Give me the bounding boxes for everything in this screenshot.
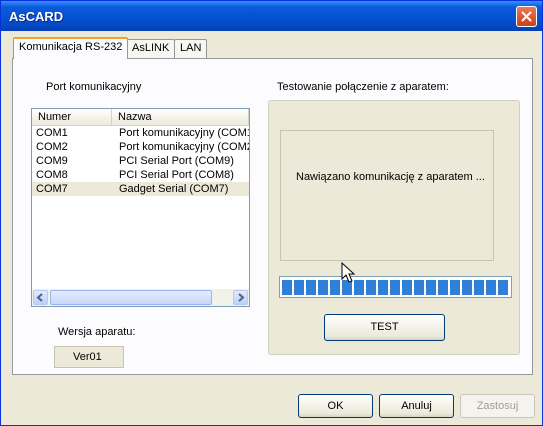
cancel-button[interactable]: Anuluj xyxy=(379,394,454,418)
port-list-header: Numer Nazwa xyxy=(32,109,249,126)
test-button[interactable]: TEST xyxy=(324,314,445,341)
progress-segment xyxy=(282,280,292,295)
progress-segment xyxy=(330,280,340,295)
progress-bar xyxy=(279,276,512,298)
list-item[interactable]: COM2 Port komunikacyjny (COM2) xyxy=(32,140,249,154)
port-name: Port komunikacyjny (COM1) xyxy=(119,127,250,139)
progress-segment xyxy=(294,280,304,295)
close-icon xyxy=(521,11,532,22)
progress-segment xyxy=(486,280,496,295)
list-item[interactable]: COM1 Port komunikacyjny (COM1) xyxy=(32,126,249,140)
progress-segment xyxy=(498,280,508,295)
tab-komunikacja-rs232[interactable]: Komunikacja RS-232 xyxy=(13,37,129,59)
list-item[interactable]: COM8 PCI Serial Port (COM8) xyxy=(32,168,249,182)
progress-segment xyxy=(474,280,484,295)
progress-segment xyxy=(462,280,472,295)
list-item-selected[interactable]: COM7 Gadget Serial (COM7) xyxy=(32,182,249,196)
list-item[interactable]: COM9 PCI Serial Port (COM9) xyxy=(32,154,249,168)
chevron-right-icon xyxy=(238,293,245,302)
tab-lan[interactable]: LAN xyxy=(174,39,208,58)
test-group-label: Testowanie połączenie z aparatem: xyxy=(277,81,449,93)
port-number: COM8 xyxy=(36,169,68,181)
scroll-thumb[interactable] xyxy=(50,290,212,305)
scroll-left-button[interactable] xyxy=(33,290,48,305)
title-bar[interactable]: AsCARD xyxy=(1,1,542,31)
port-number: COM7 xyxy=(36,183,68,195)
scroll-right-button[interactable] xyxy=(233,290,248,305)
progress-segment xyxy=(390,280,400,295)
column-header-number[interactable]: Numer xyxy=(32,109,112,125)
progress-segment xyxy=(450,280,460,295)
progress-segment xyxy=(378,280,388,295)
port-name: PCI Serial Port (COM8) xyxy=(119,169,234,181)
mouse-cursor-icon xyxy=(341,262,356,283)
column-header-name[interactable]: Nazwa xyxy=(112,109,249,125)
dialog-window: AsCARD Komunikacja RS-232 AsLINK LAN Por… xyxy=(0,0,543,426)
ok-button[interactable]: OK xyxy=(298,394,373,418)
port-name: PCI Serial Port (COM9) xyxy=(119,155,234,167)
apply-button: Zastosuj xyxy=(460,394,535,418)
port-number: COM2 xyxy=(36,141,68,153)
port-number: COM9 xyxy=(36,155,68,167)
port-name: Gadget Serial (COM7) xyxy=(119,183,229,195)
progress-segment xyxy=(438,280,448,295)
progress-segment xyxy=(426,280,436,295)
status-text: Nawiązano komunikację z aparatem ... xyxy=(296,171,485,183)
port-name: Port komunikacyjny (COM2) xyxy=(119,141,250,153)
window-title: AsCARD xyxy=(9,9,64,24)
port-number: COM1 xyxy=(36,127,68,139)
version-value: Ver01 xyxy=(54,346,124,368)
progress-segment xyxy=(414,280,424,295)
port-list[interactable]: Numer Nazwa COM1 Port komunikacyjny (COM… xyxy=(31,108,250,307)
progress-segment xyxy=(306,280,316,295)
progress-segment xyxy=(402,280,412,295)
status-box: Nawiązano komunikację z aparatem ... xyxy=(280,130,494,261)
progress-segment xyxy=(366,280,376,295)
progress-segment xyxy=(318,280,328,295)
tab-aslink[interactable]: AsLINK xyxy=(126,39,176,58)
horizontal-scrollbar[interactable] xyxy=(32,289,249,306)
chevron-left-icon xyxy=(36,293,43,302)
port-group-label: Port komunikacyjny xyxy=(46,81,142,93)
close-button[interactable] xyxy=(516,6,537,27)
version-label: Wersja aparatu: xyxy=(58,326,136,338)
